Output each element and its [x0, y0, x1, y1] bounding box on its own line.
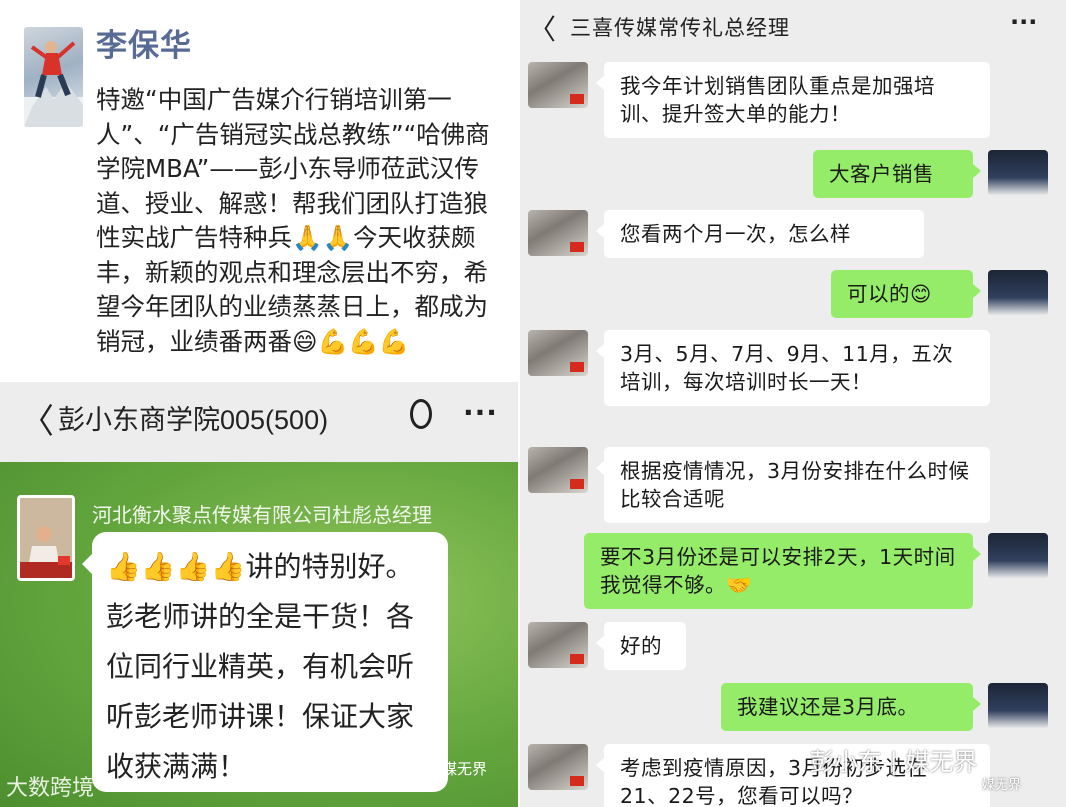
contact-avatar[interactable]	[528, 622, 588, 668]
message-bubble[interactable]: 大客户销售	[813, 150, 981, 198]
contact-avatar[interactable]	[528, 210, 588, 256]
back-icon[interactable]: 〈	[20, 394, 54, 443]
watermark-logo: 大数跨境	[6, 776, 95, 801]
watermark-small: 媒无界	[982, 778, 1022, 793]
message-bubble[interactable]: 👍👍👍👍讲的特别好。彭老师讲的全是干货！各位同行业精英，有机会听听彭老师讲课！保…	[82, 532, 448, 792]
moments-post: 李保华 特邀“中国广告媒介行销培训第一人”、“广告销冠实战总教练”“哈佛商学院M…	[0, 0, 518, 382]
post-text: 特邀“中国广告媒介行销培训第一人”、“广告销冠实战总教练”“哈佛商学院MBA”—…	[96, 85, 490, 356]
message-bubble[interactable]: 3月、5月、7月、9月、11月，五次培训，每次培训时长一天！	[596, 330, 990, 406]
group-chat-panel: 〈 彭小东商学院005(500) ··· 河北衡水聚点传媒有限公司杜彪总经理 👍…	[0, 382, 518, 807]
group-chat-header: 〈 彭小东商学院005(500) ···	[0, 382, 518, 462]
self-avatar[interactable]	[988, 150, 1048, 196]
self-avatar[interactable]	[988, 683, 1048, 729]
direct-chat-panel: 〈 三喜传媒常传礼总经理 ··· 我今年计划销售团队重点是加强培训、提升签大单的…	[520, 0, 1066, 807]
message-bubble[interactable]: 您看两个月一次，怎么样	[596, 210, 924, 258]
poster-name[interactable]: 李保华	[96, 20, 192, 65]
poster-avatar[interactable]	[24, 27, 83, 127]
watermark-text: 彭小东 | 媒无界	[810, 748, 978, 776]
chat-title: 三喜传媒常传礼总经理	[570, 16, 790, 40]
group-chat-body: 河北衡水聚点传媒有限公司杜彪总经理 👍👍👍👍讲的特别好。彭老师讲的全是干货！各位…	[0, 462, 518, 807]
message-bubble[interactable]: 可以的😊	[831, 270, 981, 318]
contact-avatar[interactable]	[528, 330, 588, 376]
more-icon[interactable]: ···	[1010, 8, 1037, 36]
back-icon[interactable]: 〈	[528, 8, 556, 48]
sender-name: 河北衡水聚点传媒有限公司杜彪总经理	[92, 503, 432, 527]
message-bubble[interactable]: 根据疫情情况，3月份安排在什么时候比较合适呢	[596, 447, 990, 523]
message-bubble[interactable]: 我今年计划销售团队重点是加强培训、提升签大单的能力！	[596, 62, 990, 138]
group-chat-title: 彭小东商学院005(500)	[58, 405, 329, 435]
message-bubble[interactable]: 要不3月份还是可以安排2天，1天时间我觉得不够。🤝	[584, 533, 981, 609]
contact-avatar[interactable]	[528, 447, 588, 493]
more-icon[interactable]: ···	[463, 396, 498, 429]
watermark-text: 媒无界	[442, 760, 488, 778]
self-avatar[interactable]	[988, 533, 1048, 579]
contact-avatar[interactable]	[528, 62, 588, 108]
sender-avatar[interactable]	[17, 495, 75, 581]
chat-header: 〈 三喜传媒常传礼总经理 ···	[520, 0, 1066, 52]
contact-avatar[interactable]	[528, 744, 588, 790]
message-bubble[interactable]: 我建议还是3月底。	[721, 683, 981, 731]
message-bubble[interactable]: 好的	[596, 622, 686, 670]
refresh-icon[interactable]	[410, 399, 432, 429]
self-avatar[interactable]	[988, 270, 1048, 316]
